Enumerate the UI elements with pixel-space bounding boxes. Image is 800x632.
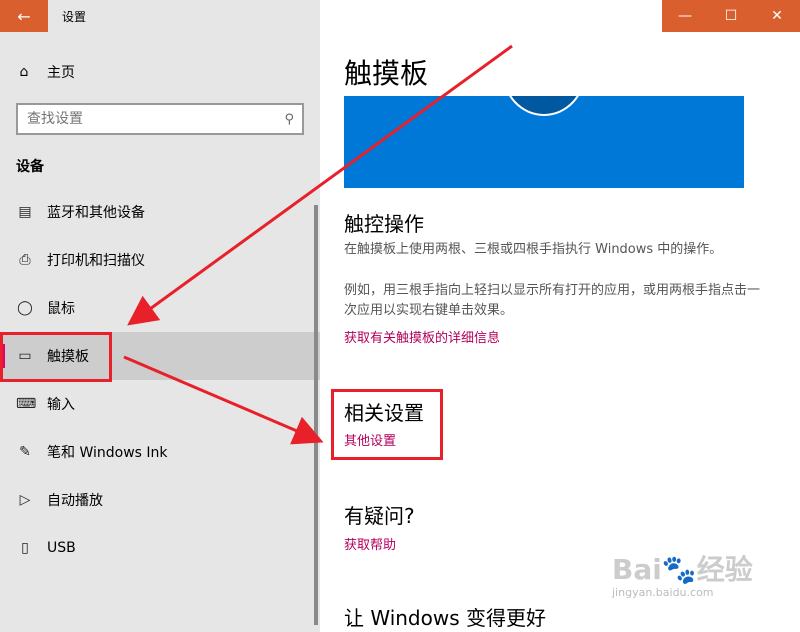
sidebar-item-label: 笔和 Windows Ink: [47, 445, 168, 461]
touchpad-illustration: [344, 96, 744, 188]
back-arrow-icon: ←: [17, 6, 31, 26]
bluetooth-icon: ▤: [18, 204, 32, 220]
sidebar-scrollbar[interactable]: [314, 205, 318, 625]
annotation-box-related: [331, 389, 443, 460]
baidu-watermark: Bai🐾经验 jingyan.baidu.com: [612, 553, 753, 599]
mouse-icon: ◯: [17, 300, 33, 316]
sidebar-item-usb[interactable]: ▯ USB: [0, 524, 320, 572]
search-input[interactable]: [27, 111, 257, 127]
window-controls: — ☐ ✕: [662, 0, 800, 32]
section-label: 设备: [16, 159, 44, 175]
sidebar-item-pen[interactable]: ✎ 笔和 Windows Ink: [0, 428, 320, 476]
sidebar-item-label: USB: [47, 540, 76, 556]
question-heading: 有疑问?: [344, 504, 415, 528]
sidebar-item-label: 输入: [47, 397, 75, 413]
title-bar: ← 设置: [0, 0, 320, 32]
annotation-box-touchpad: [0, 332, 112, 382]
pen-icon: ✎: [19, 444, 31, 460]
autoplay-icon: ▷: [19, 492, 31, 508]
sidebar-item-label: 打印机和扫描仪: [47, 253, 145, 269]
keyboard-icon: ⌨: [16, 396, 37, 412]
touch-ops-desc: 在触摸板上使用两根、三根或四根手指执行 Windows 中的操作。: [344, 242, 723, 257]
sidebar: ← 设置 ⌂ 主页 ⚲ 设备 ▤ 蓝牙和其他设备 ⎙ 打印机和扫描仪 ◯ 鼠标 …: [0, 0, 320, 632]
search-icon[interactable]: ⚲: [284, 112, 294, 127]
home-link[interactable]: ⌂ 主页: [16, 62, 75, 82]
more-info-link[interactable]: 获取有关触摸板的详细信息: [344, 327, 500, 346]
improve-heading: 让 Windows 变得更好: [344, 606, 546, 630]
help-link[interactable]: 获取帮助: [344, 534, 396, 553]
search-box[interactable]: ⚲: [16, 103, 304, 135]
home-icon: ⌂: [19, 64, 29, 80]
minimize-button[interactable]: —: [662, 0, 708, 32]
sidebar-item-printers[interactable]: ⎙ 打印机和扫描仪: [0, 236, 320, 284]
sidebar-item-label: 蓝牙和其他设备: [47, 205, 145, 221]
maximize-button[interactable]: ☐: [708, 0, 754, 32]
sidebar-item-label: 鼠标: [47, 301, 75, 317]
sidebar-item-typing[interactable]: ⌨ 输入: [0, 380, 320, 428]
back-button[interactable]: ←: [0, 0, 48, 32]
illustration-circle: [502, 96, 586, 116]
sidebar-item-label: 自动播放: [47, 493, 103, 509]
touch-ops-heading: 触控操作: [344, 212, 424, 236]
sidebar-item-bluetooth[interactable]: ▤ 蓝牙和其他设备: [0, 188, 320, 236]
app-title: 设置: [62, 9, 87, 24]
close-button[interactable]: ✕: [754, 0, 800, 32]
usb-icon: ▯: [21, 540, 29, 556]
example-desc: 例如，用三根手指向上轻扫以显示所有打开的应用，或用两根手指点击一次应用以实现右键…: [344, 283, 761, 318]
page-title: 触摸板: [344, 57, 429, 90]
sidebar-item-autoplay[interactable]: ▷ 自动播放: [0, 476, 320, 524]
home-label: 主页: [47, 65, 75, 81]
printer-icon: ⎙: [19, 252, 31, 268]
sidebar-item-mouse[interactable]: ◯ 鼠标: [0, 284, 320, 332]
